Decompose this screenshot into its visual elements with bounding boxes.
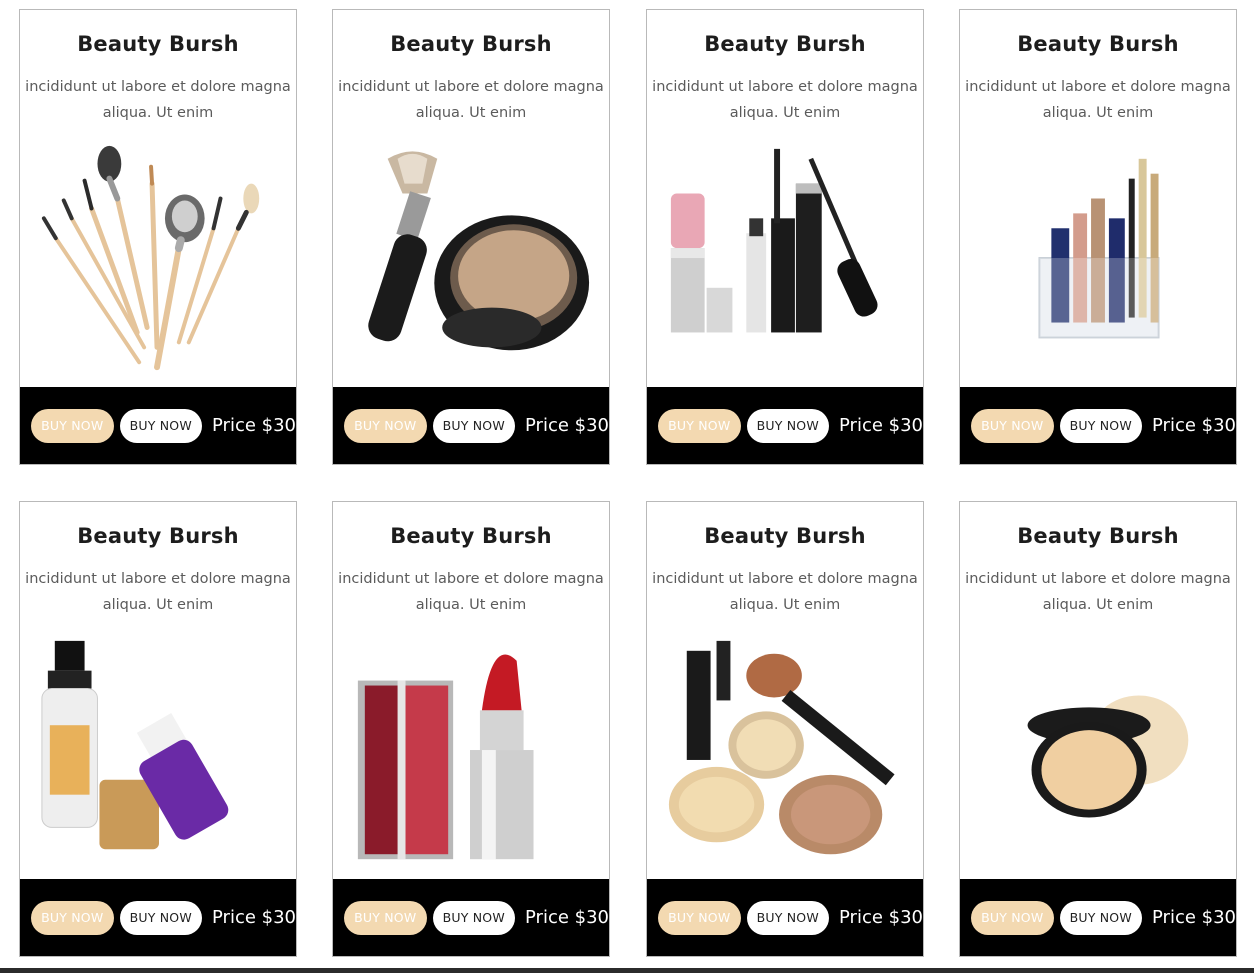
buy-now-button-primary[interactable]: BUY NOW <box>31 900 114 935</box>
product-grid: Beauty Bursh incididunt ut labore et dol… <box>0 0 1254 973</box>
description-line: incididunt ut labore et dolore magna <box>965 571 1231 587</box>
product-price: Price $30 <box>525 907 609 928</box>
product-card: Beauty Bursh incididunt ut labore et dol… <box>19 9 297 465</box>
card-action-bar: BUY NOW BUY NOW Price $30 <box>333 879 609 956</box>
mascara-set-illustration <box>670 148 878 333</box>
product-description: incididunt ut labore et dolore magna ali… <box>964 74 1232 126</box>
description-line: aliqua. Ut enim <box>102 597 214 613</box>
card-action-bar: BUY NOW BUY NOW Price $30 <box>20 879 296 956</box>
product-title: Beauty Bursh <box>704 32 866 56</box>
description-line: incididunt ut labore et dolore magna <box>25 571 291 587</box>
product-card: Beauty Bursh incididunt ut labore et dol… <box>332 9 610 465</box>
card-action-bar: BUY NOW BUY NOW Price $30 <box>960 387 1236 464</box>
card-action-bar: BUY NOW BUY NOW Price $30 <box>960 879 1236 956</box>
buy-now-button-secondary[interactable]: BUY NOW <box>432 408 515 443</box>
description-line: incididunt ut labore et dolore magna <box>338 571 604 587</box>
buy-now-button-secondary[interactable]: BUY NOW <box>119 900 202 935</box>
description-line: aliqua. Ut enim <box>415 105 527 121</box>
product-card: Beauty Bursh incididunt ut labore et dol… <box>646 9 924 465</box>
product-title: Beauty Bursh <box>1017 524 1179 548</box>
product-price: Price $30 <box>525 415 609 436</box>
page-bottom-border <box>0 968 1254 973</box>
description-line: incididunt ut labore et dolore magna <box>652 79 918 95</box>
buy-now-button-secondary[interactable]: BUY NOW <box>119 408 202 443</box>
buy-now-button-secondary[interactable]: BUY NOW <box>1059 408 1142 443</box>
product-image-compact-powder <box>970 630 1226 878</box>
product-card: Beauty Bursh incididunt ut labore et dol… <box>646 501 924 957</box>
product-title: Beauty Bursh <box>1017 32 1179 56</box>
product-title: Beauty Bursh <box>390 32 552 56</box>
card-action-bar: BUY NOW BUY NOW Price $30 <box>647 879 923 956</box>
buy-now-button-primary[interactable]: BUY NOW <box>344 408 427 443</box>
description-line: incididunt ut labore et dolore magna <box>965 79 1231 95</box>
product-card: Beauty Bursh incididunt ut labore et dol… <box>332 501 610 957</box>
spray-bottles-illustration <box>41 640 229 850</box>
makeup-organizer-illustration <box>1038 158 1160 339</box>
brush-compact-illustration <box>368 151 590 351</box>
product-description: incididunt ut labore et dolore magna ali… <box>651 74 919 126</box>
description-line: aliqua. Ut enim <box>729 597 841 613</box>
product-image-brush-set <box>30 138 286 386</box>
buy-now-button-primary[interactable]: BUY NOW <box>658 900 741 935</box>
description-line: incididunt ut labore et dolore magna <box>652 571 918 587</box>
buy-now-button-secondary[interactable]: BUY NOW <box>1059 900 1142 935</box>
compact-powder-illustration <box>1027 695 1189 818</box>
product-card: Beauty Bursh incididunt ut labore et dol… <box>959 9 1237 465</box>
product-image-lipsticks <box>343 630 599 878</box>
product-description: incididunt ut labore et dolore magna ali… <box>24 74 292 126</box>
product-price: Price $30 <box>212 907 296 928</box>
product-description: incididunt ut labore et dolore magna ali… <box>24 566 292 618</box>
product-image-mascara-set <box>657 138 913 386</box>
description-line: aliqua. Ut enim <box>1042 597 1154 613</box>
card-action-bar: BUY NOW BUY NOW Price $30 <box>333 387 609 464</box>
product-card: Beauty Bursh incididunt ut labore et dol… <box>19 501 297 957</box>
description-line: aliqua. Ut enim <box>102 105 214 121</box>
buy-now-button-primary[interactable]: BUY NOW <box>658 408 741 443</box>
buy-now-button-primary[interactable]: BUY NOW <box>344 900 427 935</box>
product-price: Price $30 <box>839 415 923 436</box>
product-card: Beauty Bursh incididunt ut labore et dol… <box>959 501 1237 957</box>
product-title: Beauty Bursh <box>390 524 552 548</box>
description-line: aliqua. Ut enim <box>1042 105 1154 121</box>
description-line: incididunt ut labore et dolore magna <box>25 79 291 95</box>
description-line: incididunt ut labore et dolore magna <box>338 79 604 95</box>
product-title: Beauty Bursh <box>77 524 239 548</box>
product-description: incididunt ut labore et dolore magna ali… <box>964 566 1232 618</box>
product-description: incididunt ut labore et dolore magna ali… <box>651 566 919 618</box>
buy-now-button-primary[interactable]: BUY NOW <box>971 900 1054 935</box>
description-line: aliqua. Ut enim <box>415 597 527 613</box>
buy-now-button-secondary[interactable]: BUY NOW <box>746 408 829 443</box>
product-title: Beauty Bursh <box>704 524 866 548</box>
description-line: aliqua. Ut enim <box>729 105 841 121</box>
product-description: incididunt ut labore et dolore magna ali… <box>337 74 605 126</box>
product-image-powder-kit <box>657 630 913 878</box>
product-image-spray-bottles <box>30 630 286 878</box>
product-description: incididunt ut labore et dolore magna ali… <box>337 566 605 618</box>
product-price: Price $30 <box>1152 415 1236 436</box>
product-price: Price $30 <box>1152 907 1236 928</box>
product-image-brush-and-compact <box>343 138 599 386</box>
brush-set-illustration <box>41 145 260 371</box>
lipsticks-illustration <box>357 654 534 860</box>
card-action-bar: BUY NOW BUY NOW Price $30 <box>647 387 923 464</box>
buy-now-button-primary[interactable]: BUY NOW <box>971 408 1054 443</box>
card-action-bar: BUY NOW BUY NOW Price $30 <box>20 387 296 464</box>
product-title: Beauty Bursh <box>77 32 239 56</box>
powder-kit-illustration <box>668 640 895 855</box>
buy-now-button-secondary[interactable]: BUY NOW <box>432 900 515 935</box>
product-price: Price $30 <box>212 415 296 436</box>
product-image-makeup-organizer <box>970 138 1226 386</box>
buy-now-button-primary[interactable]: BUY NOW <box>31 408 114 443</box>
buy-now-button-secondary[interactable]: BUY NOW <box>746 900 829 935</box>
product-price: Price $30 <box>839 907 923 928</box>
